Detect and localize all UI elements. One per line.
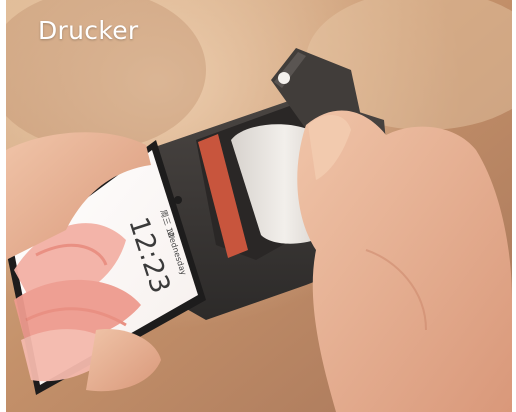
- photo-scene: 12:23 周三 12 Wednesday: [6, 0, 512, 412]
- product-photo-frame: 12:23 周三 12 Wednesday Drucker: [0, 0, 516, 412]
- caption-title: Drucker: [38, 16, 139, 45]
